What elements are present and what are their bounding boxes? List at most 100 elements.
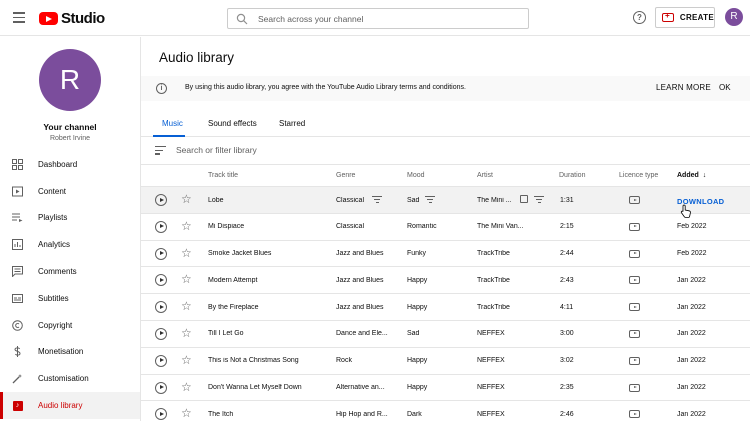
star-icon[interactable]: ☆ [181, 381, 192, 393]
star-icon[interactable]: ☆ [181, 354, 192, 366]
play-icon[interactable] [155, 327, 167, 340]
sidebar-item-analytics[interactable]: Analytics [0, 231, 140, 258]
sidebar-item-audio-library[interactable]: ♪ Audio library [0, 392, 140, 419]
monetisation-icon [12, 346, 23, 358]
track-artist: TrackTribe [477, 276, 510, 284]
play-icon[interactable] [155, 354, 167, 367]
filter-input[interactable] [176, 145, 476, 155]
table-row[interactable]: ☆ Lobe Classical Sad The Mini ... 1:31 D… [141, 187, 750, 214]
play-icon[interactable] [155, 408, 167, 421]
tab-music[interactable]: Music [162, 119, 183, 128]
sidebar-nav: Dashboard Content Playlists Analytics Co… [0, 151, 140, 419]
licence-youtube-icon [629, 383, 640, 392]
table-row[interactable]: ☆ Till I Let Go Dance and Ele... Sad NEF… [141, 321, 750, 348]
table-row[interactable]: ☆ The Itch Hip Hop and R... Dark NEFFEX … [141, 401, 750, 421]
sidebar-item-content[interactable]: Content [0, 178, 140, 205]
star-icon[interactable]: ☆ [181, 193, 192, 205]
licence-youtube-icon [629, 276, 640, 285]
audio-library-icon: ♪ [12, 400, 23, 411]
sidebar-item-playlists[interactable]: Playlists [0, 205, 140, 232]
help-icon[interactable]: ? [633, 11, 646, 24]
sidebar-item-label: Audio library [38, 401, 83, 411]
sidebar-item-dashboard[interactable]: Dashboard [0, 151, 140, 178]
sidebar-item-label: Playlists [38, 213, 68, 223]
page-title: Audio library [159, 50, 235, 65]
play-icon[interactable] [155, 247, 167, 260]
track-added: Jan 2022 [677, 410, 706, 418]
track-title: Don't Wanna Let Myself Down [208, 384, 302, 392]
track-title: This is Not a Christmas Song [208, 357, 299, 365]
play-icon[interactable] [155, 301, 167, 314]
column-track-title[interactable]: Track title [208, 172, 238, 179]
external-link-icon[interactable] [520, 195, 528, 203]
sidebar-item-label: Copyright [38, 320, 73, 330]
track-list: ☆ Lobe Classical Sad The Mini ... 1:31 D… [141, 187, 750, 421]
track-title: Till I Let Go [208, 330, 244, 338]
track-mood: Dark [407, 410, 422, 418]
track-artist: The Mini ... [477, 196, 512, 204]
account-avatar[interactable]: R [725, 8, 743, 26]
sidebar-item-subtitles[interactable]: Subtitles [0, 285, 140, 312]
table-row[interactable]: ☆ This is Not a Christmas Song Rock Happ… [141, 348, 750, 375]
play-icon[interactable] [155, 220, 167, 233]
track-duration: 2:35 [560, 384, 574, 392]
filter-artist-icon[interactable] [534, 196, 544, 204]
table-row[interactable]: ☆ Smoke Jacket Blues Jazz and Blues Funk… [141, 241, 750, 268]
sort-arrow-icon: ↓ [702, 172, 707, 179]
filter-bar [141, 138, 750, 165]
star-icon[interactable]: ☆ [181, 220, 192, 232]
tab-sound-effects[interactable]: Sound effects [208, 119, 257, 128]
column-genre[interactable]: Genre [336, 172, 355, 179]
track-mood: Happy [407, 384, 428, 392]
track-genre: Jazz and Blues [336, 250, 384, 258]
column-licence-type[interactable]: Licence type [619, 172, 658, 179]
search-box[interactable] [227, 8, 529, 29]
licence-youtube-icon [629, 410, 640, 419]
sidebar-item-monetisation[interactable]: Monetisation [0, 339, 140, 366]
star-icon[interactable]: ☆ [181, 247, 192, 259]
table-row[interactable]: ☆ Mi Dispiace Classical Romantic The Min… [141, 214, 750, 241]
star-icon[interactable]: ☆ [181, 407, 192, 419]
star-icon[interactable]: ☆ [181, 273, 192, 285]
track-title: Modern Attempt [208, 276, 258, 284]
column-added[interactable]: Added ↓ [677, 172, 706, 179]
studio-logo[interactable]: Studio [39, 10, 105, 27]
channel-avatar[interactable]: R [39, 49, 101, 111]
track-mood: Happy [407, 357, 428, 365]
licence-youtube-icon [629, 356, 640, 365]
track-title: By the Fireplace [208, 303, 259, 311]
create-button[interactable]: CREATE [655, 7, 715, 28]
track-added: Jan 2022 [677, 276, 706, 284]
table-row[interactable]: ☆ Modern Attempt Jazz and Blues Happy Tr… [141, 267, 750, 295]
table-row[interactable]: ☆ Don't Wanna Let Myself Down Alternativ… [141, 375, 750, 402]
sidebar-item-comments[interactable]: Comments [0, 258, 140, 285]
track-title: The Itch [208, 410, 234, 418]
filter-mood-icon[interactable] [425, 196, 435, 204]
track-artist: NEFFEX [477, 330, 505, 338]
sidebar-item-label: Subtitles [38, 293, 69, 303]
sidebar: R Your channel Robert Irvine Dashboard C… [0, 37, 141, 421]
sidebar-item-customisation[interactable]: Customisation [0, 365, 140, 392]
learn-more-button[interactable]: LEARN MORE [656, 83, 711, 92]
table-row[interactable]: ☆ By the Fireplace Jazz and Blues Happy … [141, 294, 750, 321]
column-mood[interactable]: Mood [407, 172, 425, 179]
subtitles-icon [12, 293, 23, 304]
tab-starred[interactable]: Starred [279, 119, 305, 128]
play-icon[interactable] [155, 381, 167, 394]
sidebar-item-copyright[interactable]: Copyright [0, 312, 140, 339]
column-duration[interactable]: Duration [559, 172, 585, 179]
info-icon: i [156, 83, 167, 94]
table-header: Track title Genre Mood Artist Duration L… [141, 165, 750, 187]
play-icon[interactable] [155, 274, 167, 287]
track-artist: NEFFEX [477, 384, 505, 392]
licence-youtube-icon [629, 303, 640, 312]
star-icon[interactable]: ☆ [181, 300, 192, 312]
search-input[interactable] [258, 13, 518, 24]
filter-icon[interactable] [155, 146, 166, 155]
star-icon[interactable]: ☆ [181, 327, 192, 339]
ok-button[interactable]: OK [719, 83, 731, 92]
menu-icon[interactable] [13, 12, 25, 23]
column-artist[interactable]: Artist [477, 172, 493, 179]
filter-genre-icon[interactable] [372, 196, 382, 204]
play-icon[interactable] [155, 194, 167, 206]
